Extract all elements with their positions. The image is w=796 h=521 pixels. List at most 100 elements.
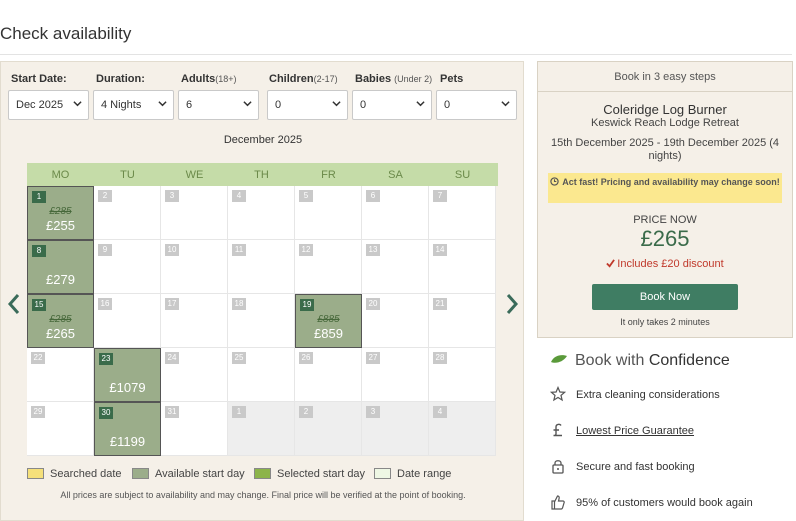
calendar-day-available[interactable]: 19 £885 £859 bbox=[295, 294, 362, 348]
confidence-item-label: 95% of customers would book again bbox=[576, 497, 753, 509]
day-number: 19 bbox=[300, 299, 314, 311]
booking-summary-panel: Book in 3 easy steps Coleridge Log Burne… bbox=[537, 61, 793, 338]
children-value: 0 bbox=[275, 99, 282, 111]
price-now: £265 bbox=[640, 226, 690, 251]
weekday-label: WE bbox=[185, 169, 204, 181]
price-label: PRICE NOW bbox=[633, 214, 697, 226]
day-number: 12 bbox=[299, 244, 313, 256]
legend-item: Selected start day bbox=[254, 468, 365, 480]
day-price: £1079 bbox=[109, 380, 146, 395]
chevron-down-icon bbox=[158, 101, 167, 107]
day-number: 2 bbox=[98, 190, 112, 202]
original-price: £885 bbox=[317, 314, 340, 325]
day-number: 16 bbox=[98, 298, 112, 310]
children-select[interactable]: 0 bbox=[267, 90, 348, 120]
babies-age-range: (Under 2) bbox=[394, 74, 433, 84]
lowest-price-guarantee-link[interactable]: Lowest Price Guarantee bbox=[576, 425, 694, 437]
children-label-text: Children bbox=[269, 73, 314, 85]
pound-icon bbox=[553, 423, 562, 437]
calendar-day: 10 bbox=[161, 240, 228, 294]
legend-swatch bbox=[132, 468, 149, 479]
calendar-day-available[interactable]: 15 £285 £265 bbox=[27, 294, 94, 348]
calendar-day-available[interactable]: 30 £1199 bbox=[94, 402, 161, 456]
urgency-alert-text: Act fast! Pricing and availability may c… bbox=[562, 177, 780, 187]
calendar-day: 5 bbox=[295, 186, 362, 240]
babies-label: Babies (Under 2) bbox=[355, 73, 432, 85]
day-price: £859 bbox=[314, 326, 343, 341]
duration-select[interactable]: 4 Nights bbox=[93, 90, 174, 120]
day-price: £1199 bbox=[109, 434, 146, 449]
duration-label: Duration: bbox=[96, 73, 145, 85]
day-number: 4 bbox=[433, 406, 447, 418]
confidence-heading-main: Confidence bbox=[648, 352, 730, 369]
babies-value: 0 bbox=[360, 99, 367, 111]
calendar-day: 24 bbox=[161, 348, 228, 402]
day-number: 17 bbox=[165, 298, 179, 310]
calendar-day: 17 bbox=[161, 294, 228, 348]
calendar-day: 16 bbox=[94, 294, 161, 348]
calendar-day: 4 bbox=[228, 186, 295, 240]
day-number: 11 bbox=[232, 244, 246, 256]
calendar-month-title: December 2025 bbox=[223, 134, 303, 146]
day-number: 1 bbox=[232, 406, 246, 418]
pets-select[interactable]: 0 bbox=[436, 90, 517, 120]
chevron-down-icon bbox=[243, 101, 252, 107]
calendar-day: 11 bbox=[228, 240, 295, 294]
star-icon bbox=[550, 386, 566, 402]
calendar-day: 20 bbox=[362, 294, 429, 348]
day-number: 18 bbox=[232, 298, 246, 310]
chevron-left-icon[interactable] bbox=[6, 292, 22, 316]
calendar-day: 6 bbox=[362, 186, 429, 240]
original-price: £285 bbox=[49, 314, 72, 325]
duration-value: 4 Nights bbox=[101, 99, 142, 111]
adults-age-range: (18+) bbox=[215, 74, 237, 84]
day-number: 6 bbox=[366, 190, 380, 202]
calendar-day: 13 bbox=[362, 240, 429, 294]
weekday-header: MO TU WE TH FR SA SU bbox=[27, 163, 498, 186]
confidence-item-label: Secure and fast booking bbox=[576, 461, 695, 473]
availability-search-panel: Start Date: Dec 2025 Duration: 4 Nights … bbox=[0, 61, 524, 521]
leaf-icon bbox=[551, 355, 567, 363]
legend-item: Searched date bbox=[27, 468, 122, 480]
weekday-label: SA bbox=[388, 169, 403, 181]
legend-label: Selected start day bbox=[277, 468, 366, 480]
day-number: 27 bbox=[366, 352, 380, 364]
day-number: 5 bbox=[299, 190, 313, 202]
children-label: Children(2-17) bbox=[269, 73, 338, 85]
booking-time-note: It only takes 2 minutes bbox=[620, 317, 710, 327]
chevron-right-icon[interactable] bbox=[504, 292, 520, 316]
calendar-day-available[interactable]: 23 £1079 bbox=[94, 348, 161, 402]
legend-label: Available start day bbox=[155, 468, 245, 480]
title-divider bbox=[0, 54, 792, 55]
day-price: £255 bbox=[46, 218, 75, 233]
booking-steps-header: Book in 3 easy steps bbox=[538, 62, 792, 92]
calendar-day: 3 bbox=[161, 186, 228, 240]
calendar-day-available[interactable]: 8 £279 bbox=[27, 240, 94, 294]
calendar-day: 3 bbox=[362, 402, 429, 456]
confidence-heading-pre: Book with bbox=[575, 352, 645, 369]
book-now-button[interactable]: Book Now bbox=[592, 284, 738, 310]
calendar-day: 7 bbox=[429, 186, 496, 240]
confidence-item-label: Extra cleaning considerations bbox=[576, 389, 720, 401]
chevron-down-icon bbox=[416, 101, 425, 107]
discount-note: Includes £20 discount bbox=[538, 258, 792, 270]
chevron-down-icon bbox=[501, 101, 510, 107]
day-number: 14 bbox=[433, 244, 447, 256]
babies-select[interactable]: 0 bbox=[352, 90, 432, 120]
calendar-day: 21 bbox=[429, 294, 496, 348]
start-date-select[interactable]: Dec 2025 bbox=[8, 90, 89, 120]
calendar-day: 18 bbox=[228, 294, 295, 348]
start-date-value: Dec 2025 bbox=[16, 99, 64, 111]
lock-icon bbox=[552, 460, 564, 474]
weekday-label: TH bbox=[254, 169, 269, 181]
clock-icon bbox=[550, 177, 559, 186]
calendar-day: 1 bbox=[228, 402, 295, 456]
calendar-day-available[interactable]: 1 £285 £255 bbox=[27, 186, 94, 240]
children-age-range: (2-17) bbox=[313, 74, 338, 84]
day-number: 2 bbox=[299, 406, 313, 418]
weekday-label: SU bbox=[454, 169, 471, 181]
day-number: 8 bbox=[32, 245, 46, 257]
day-number: 29 bbox=[31, 406, 45, 418]
adults-select[interactable]: 6 bbox=[178, 90, 259, 120]
weekday-label: MO bbox=[51, 169, 70, 181]
